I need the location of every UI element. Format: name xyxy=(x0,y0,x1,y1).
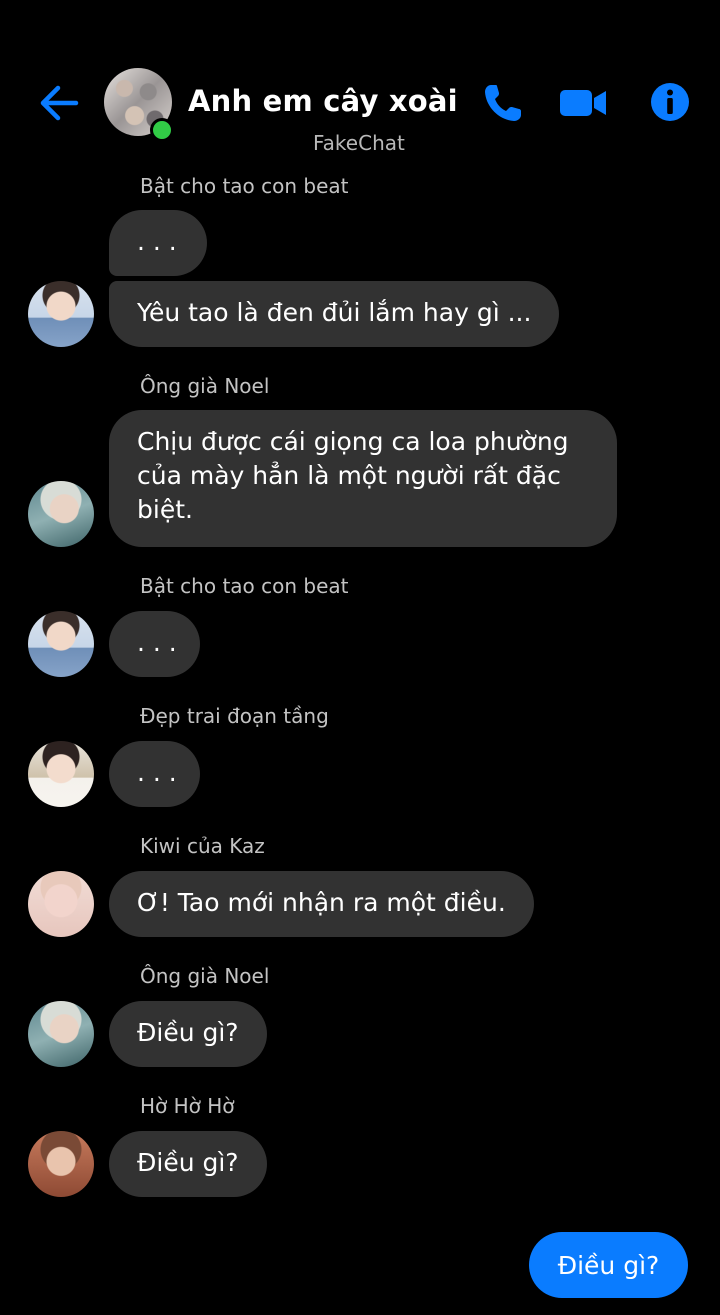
info-icon[interactable] xyxy=(650,82,690,122)
avatar[interactable] xyxy=(28,741,94,807)
sender-name: Bật cho tao con beat xyxy=(140,574,349,598)
conversation-title[interactable]: Anh em cây xoài xyxy=(188,84,458,118)
sender-name: Ông già Noel xyxy=(140,964,270,988)
avatar[interactable] xyxy=(28,611,94,677)
message-bubble[interactable]: Chịu được cái giọng ca loa phường của mà… xyxy=(109,410,617,547)
message-bubble[interactable]: . . . xyxy=(109,210,207,276)
avatar[interactable] xyxy=(28,1001,94,1067)
sender-name: Bật cho tao con beat xyxy=(140,174,349,198)
message-bubble[interactable]: Điều gì? xyxy=(109,1131,267,1197)
sender-name: Đẹp trai đoạn tầng xyxy=(140,704,329,728)
online-status-dot xyxy=(150,118,174,142)
outgoing-message-bubble[interactable]: Điều gì? xyxy=(529,1232,688,1298)
app-watermark: FakeChat xyxy=(313,131,405,155)
message-bubble[interactable]: Ơ! Tao mới nhận ra một điều. xyxy=(109,871,534,937)
arrow-left-icon[interactable] xyxy=(36,80,82,126)
sender-name: Hờ Hờ Hờ xyxy=(140,1094,235,1118)
chat-screen: Anh em cây xoài FakeChat Bật cho tao con… xyxy=(0,0,720,1315)
phone-icon[interactable] xyxy=(482,82,526,124)
avatar[interactable] xyxy=(28,481,94,547)
avatar[interactable] xyxy=(28,1131,94,1197)
sender-name: Ông già Noel xyxy=(140,374,270,398)
chat-header: Anh em cây xoài FakeChat xyxy=(0,0,720,165)
message-bubble[interactable]: . . . xyxy=(109,611,200,677)
avatar[interactable] xyxy=(28,281,94,347)
sender-name: Kiwi của Kaz xyxy=(140,834,265,858)
message-bubble[interactable]: Yêu tao là đen đủi lắm hay gì ... xyxy=(109,281,560,347)
message-bubble[interactable]: Điều gì? xyxy=(109,1001,267,1067)
message-bubble[interactable]: . . . xyxy=(109,741,200,807)
video-camera-icon[interactable] xyxy=(558,82,608,122)
avatar[interactable] xyxy=(28,871,94,937)
